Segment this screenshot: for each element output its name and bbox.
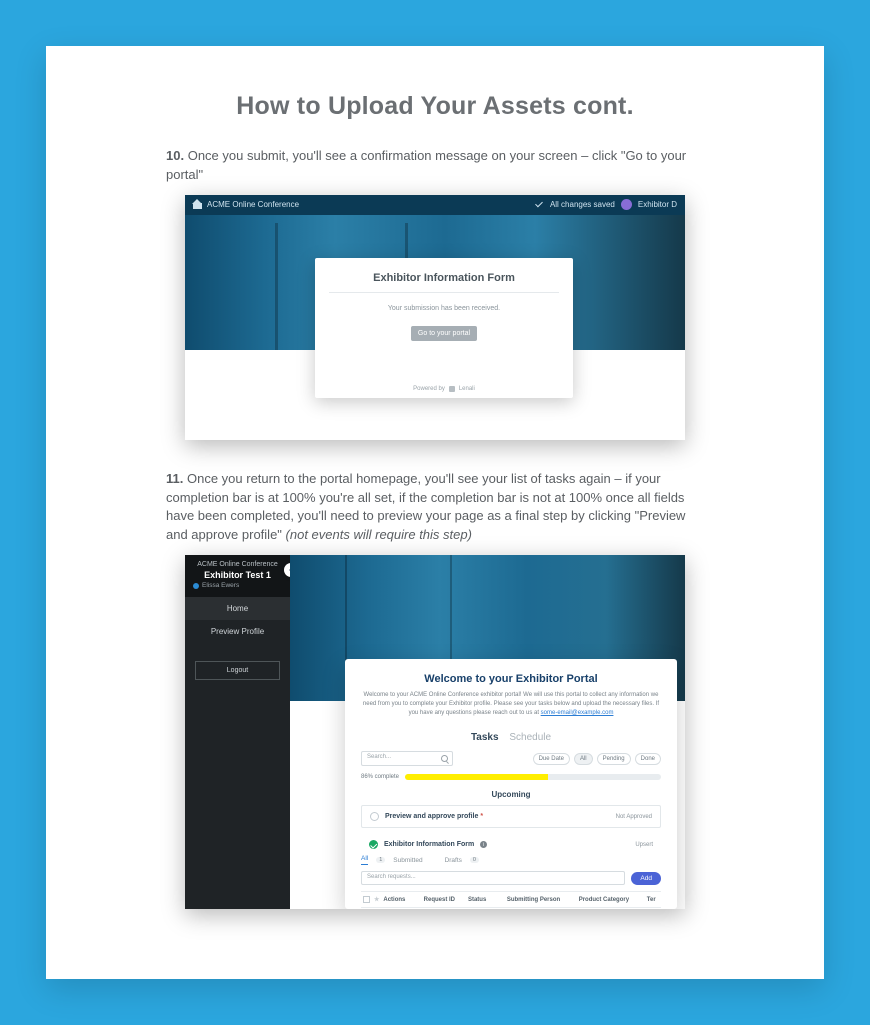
intro-email-link[interactable]: some-email@example.com [541,710,614,716]
col-status: Status [466,892,505,908]
col-request-id: Request ID [422,892,466,908]
upcoming-heading: Upcoming [361,790,661,799]
col-last: Ter [645,892,661,908]
task-preview-approve[interactable]: Preview and approve profile * Not Approv… [361,805,661,828]
brand-icon [449,386,455,392]
form-title: Exhibitor Information Form [329,272,559,284]
task-filters: Due Date All Pending Done [533,753,661,765]
col-actions: Actions [381,892,421,908]
confirmation-card: Exhibitor Information Form Your submissi… [315,258,573,398]
table-row[interactable]: ★ View | Edit #64 Submitted Elissa Ewers… [361,908,661,909]
screenshot-2-wrap: ACME Online Conference Exhibitor Test 1 … [166,555,704,909]
card-footer: Powered by Lenali [315,386,573,392]
intro-text: Welcome to your ACME Online Conference e… [363,692,659,716]
portal-panel: Welcome to your Exhibitor Portal Welcome… [345,659,677,909]
step-11: 11. Once you return to the portal homepa… [166,470,704,545]
requests-search-input[interactable]: Search requests... [361,871,625,885]
row-id: #64 [422,908,466,909]
app-topbar: ACME Online Conference All changes saved… [185,195,685,215]
status-circle-check-icon [369,840,378,849]
col-product-category: Product Category [577,892,645,908]
requests-table: ★ Actions Request ID Status Submitting P… [361,891,661,909]
select-all-checkbox[interactable] [363,896,370,903]
task1-status: Not Approved [616,814,652,820]
star-icon[interactable]: ★ [374,897,379,903]
divider [329,292,559,293]
row-last: Ter [645,908,661,909]
screenshot-1: ACME Online Conference All changes saved… [185,195,685,440]
logout-button[interactable]: Logout [195,661,280,680]
tasks-toolbar: Search... Due Date All Pending Done [361,751,661,766]
task1-title-text: Preview and approve profile [385,813,480,820]
step-11-number: 11. [166,471,183,486]
filter-pending[interactable]: Pending [597,753,631,765]
app-title: ACME Online Conference [207,200,299,209]
topbar-right: All changes saved Exhibitor D [535,199,677,210]
user-dot-icon [193,583,199,589]
progress-label: 86% complete [361,774,399,780]
progress-row: 86% complete [361,774,661,780]
requests-toolbar: Search requests... Add [361,871,661,885]
task2-status: Upsert [635,842,653,848]
check-icon [535,200,544,209]
required-asterisk: * [480,813,483,820]
sidebar-user-name: Elissa Ewers [202,582,239,589]
request-subtabs: All 1 Submitted Drafts 0 [361,855,661,865]
info-icon[interactable]: i [480,841,487,848]
confirmation-message: Your submission has been received. [329,305,559,312]
filter-done[interactable]: Done [635,753,661,765]
subtab-all-count: 1 [376,857,385,863]
subtab-drafts[interactable]: Drafts [445,857,462,864]
search-placeholder: Search... [367,754,391,760]
portal-tabs: Tasks Schedule [361,732,661,743]
nav-home[interactable]: Home [185,597,290,620]
task1-title: Preview and approve profile * [385,813,483,820]
sidebar-exhibitor: Exhibitor Test 1 [193,570,282,580]
nav-preview-profile[interactable]: Preview Profile [185,620,290,643]
subtab-drafts-count: 0 [470,857,479,863]
powered-by-label: Powered by [413,386,445,392]
progress-bar [405,774,661,780]
step-10-body: Once you submit, you'll see a confirmati… [166,148,686,182]
step-11-italic: (not events will require this step) [286,527,472,542]
requests-search-placeholder: Search requests... [367,874,416,880]
tasks-search-input[interactable]: Search... [361,751,453,766]
home-icon[interactable] [193,200,202,209]
page-inner: How to Upload Your Assets cont. 10. Once… [166,92,704,909]
sidebar-app-name: ACME Online Conference [193,561,282,568]
step-10: 10. Once you submit, you'll see a confir… [166,147,704,185]
subtab-all[interactable]: All [361,855,368,865]
user-label: Exhibitor D [638,200,677,209]
tab-schedule[interactable]: Schedule [509,732,551,743]
tab-tasks[interactable]: Tasks [471,732,499,743]
row-status: Submitted [466,908,505,909]
search-icon [441,755,448,762]
page-title: How to Upload Your Assets cont. [166,92,704,121]
avatar[interactable] [621,199,632,210]
filter-all[interactable]: All [574,753,593,765]
add-button[interactable]: Add [631,872,661,885]
step-10-number: 10. [166,148,184,163]
welcome-title: Welcome to your Exhibitor Portal [361,673,661,685]
filter-due-date[interactable]: Due Date [533,753,570,765]
status-circle-empty-icon [370,812,379,821]
brand-name: Lenali [459,386,475,392]
go-to-portal-button[interactable]: Go to your portal [411,326,477,341]
welcome-intro: Welcome to your ACME Online Conference e… [361,691,661,718]
sidebar-header: ACME Online Conference Exhibitor Test 1 … [185,555,290,597]
progress-fill [405,774,548,780]
table-header-row: ★ Actions Request ID Status Submitting P… [361,892,661,908]
col-submitting-person: Submitting Person [505,892,577,908]
screenshot-2: ACME Online Conference Exhibitor Test 1 … [185,555,685,909]
document-page: How to Upload Your Assets cont. 10. Once… [46,46,824,979]
saved-status: All changes saved [550,200,615,209]
screenshot-1-wrap: ACME Online Conference All changes saved… [166,195,704,440]
sidebar: ACME Online Conference Exhibitor Test 1 … [185,555,290,909]
topbar-left: ACME Online Conference [193,200,299,209]
task-exhibitor-form[interactable]: Exhibitor Information Form i Upsert [361,834,661,849]
subtab-submitted[interactable]: Submitted [393,857,422,864]
task2-title: Exhibitor Information Form [384,841,474,848]
sidebar-user: Elissa Ewers [193,582,282,589]
